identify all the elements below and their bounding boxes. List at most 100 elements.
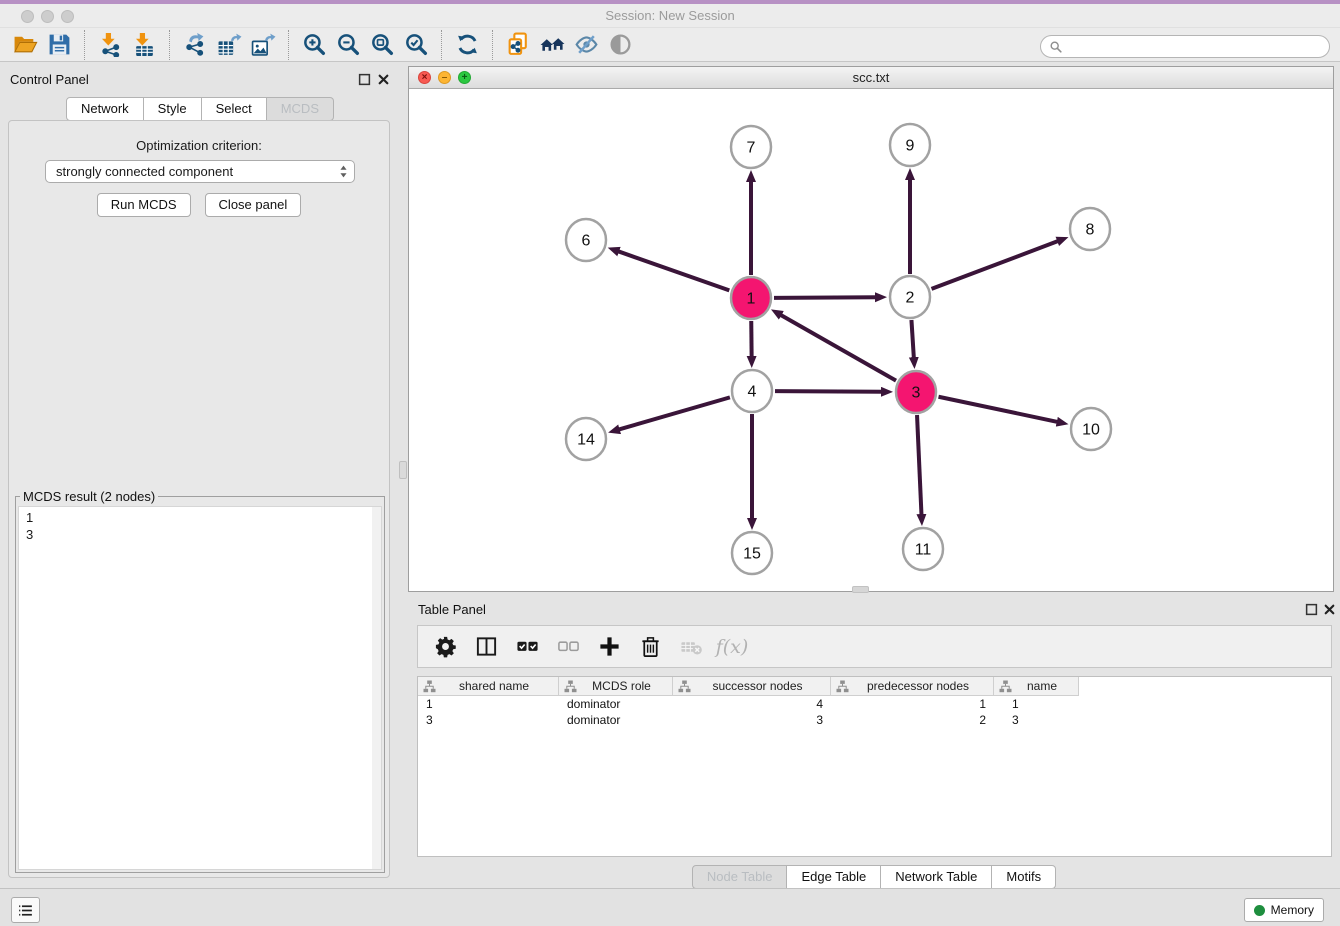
result-scrollbar[interactable] xyxy=(372,507,381,869)
edge-4-3[interactable] xyxy=(775,391,883,392)
show-graphics-details-icon[interactable] xyxy=(603,31,637,59)
show-panes-icon[interactable] xyxy=(473,634,499,660)
mcds-result-box: MCDS result (2 nodes) 13 xyxy=(15,489,385,873)
search-input[interactable] xyxy=(1068,40,1321,54)
edge-2-8[interactable] xyxy=(932,241,1060,289)
settings-icon[interactable] xyxy=(432,634,458,660)
graph-node-11[interactable]: 11 xyxy=(903,528,943,570)
add-row-icon[interactable] xyxy=(596,634,622,660)
column-header-name[interactable]: name xyxy=(994,677,1079,696)
table-cell: 2 xyxy=(831,712,994,728)
svg-text:7: 7 xyxy=(747,140,756,157)
graph-node-4[interactable]: 4 xyxy=(732,370,772,412)
export-table-icon[interactable] xyxy=(212,31,246,59)
zoom-out-icon[interactable] xyxy=(331,31,365,59)
memory-button[interactable]: Memory xyxy=(1244,898,1324,922)
open-file-icon[interactable] xyxy=(8,31,42,59)
edge-4-14[interactable] xyxy=(618,397,730,429)
close-panel-button[interactable]: Close panel xyxy=(205,193,302,217)
edge-3-11[interactable] xyxy=(917,415,922,516)
refresh-layout-icon[interactable] xyxy=(450,31,484,59)
table-row[interactable]: 3dominator323 xyxy=(418,712,1331,728)
svg-text:4: 4 xyxy=(748,384,757,401)
function-builder-icon: f(x) xyxy=(719,634,745,660)
edge-3-10[interactable] xyxy=(939,397,1059,422)
node-table: shared nameMCDS rolesuccessor nodesprede… xyxy=(417,676,1332,857)
edge-2-3[interactable] xyxy=(911,320,913,359)
save-session-icon[interactable] xyxy=(42,31,76,59)
edge-1-6[interactable] xyxy=(617,251,729,290)
network-overview-icon[interactable] xyxy=(535,31,569,59)
table-panel: Table Panel f(x) shared nameMCDS rolesuc… xyxy=(408,596,1340,888)
graph-node-8[interactable]: 8 xyxy=(1070,208,1110,250)
table-tabs: Node TableEdge TableNetwork TableMotifs xyxy=(408,865,1340,889)
float-panel-icon[interactable] xyxy=(358,73,371,86)
tab-style[interactable]: Style xyxy=(144,97,202,121)
result-line: 1 xyxy=(26,509,379,526)
column-header-MCDS-role[interactable]: MCDS role xyxy=(559,677,673,696)
column-header-predecessor-nodes[interactable]: predecessor nodes xyxy=(831,677,994,696)
toolbar-group xyxy=(84,30,169,60)
close-panel-icon[interactable] xyxy=(377,73,390,86)
canvas-splitter-handle[interactable] xyxy=(852,586,869,593)
select-stepper-icon xyxy=(339,164,348,179)
hide-graphics-details-icon[interactable] xyxy=(569,31,603,59)
task-history-button[interactable] xyxy=(11,897,40,923)
network-canvas[interactable]: 7 9 6 8 1 2 4 3 14 10 15 11 xyxy=(409,89,1333,591)
table-cell: 3 xyxy=(994,712,1079,728)
svg-text:10: 10 xyxy=(1082,422,1100,439)
mcds-result-title: MCDS result (2 nodes) xyxy=(20,489,158,504)
svg-text:14: 14 xyxy=(577,432,595,449)
import-table-icon[interactable] xyxy=(127,31,161,59)
close-table-panel-icon[interactable] xyxy=(1323,603,1336,616)
zoom-selected-icon[interactable] xyxy=(399,31,433,59)
table-cell: dominator xyxy=(559,712,673,728)
table-cell: 3 xyxy=(418,712,559,728)
run-mcds-button[interactable]: Run MCDS xyxy=(97,193,191,217)
graph-node-10[interactable]: 10 xyxy=(1071,408,1111,450)
tab-motifs[interactable]: Motifs xyxy=(992,865,1056,889)
column-header-successor-nodes[interactable]: successor nodes xyxy=(673,677,831,696)
graph-node-14[interactable]: 14 xyxy=(566,418,606,460)
tab-network[interactable]: Network xyxy=(66,97,144,121)
control-panel-title: Control Panel xyxy=(10,72,89,87)
search-field[interactable] xyxy=(1040,35,1330,58)
graph-node-3[interactable]: 3 xyxy=(896,371,936,413)
zoom-fit-icon[interactable] xyxy=(365,31,399,59)
export-image-icon[interactable] xyxy=(246,31,280,59)
table-cell: dominator xyxy=(559,696,673,712)
edge-1-2[interactable] xyxy=(774,297,877,298)
tab-edge-table[interactable]: Edge Table xyxy=(787,865,881,889)
panel-splitter-handle[interactable] xyxy=(399,461,407,479)
export-network-icon[interactable] xyxy=(178,31,212,59)
deselect-all-icon[interactable] xyxy=(555,634,581,660)
graph-node-15[interactable]: 15 xyxy=(732,532,772,574)
tab-network-table[interactable]: Network Table xyxy=(881,865,992,889)
toolbar-group xyxy=(0,30,84,60)
duplicate-network-icon[interactable] xyxy=(501,31,535,59)
network-window-titlebar: × – + scc.txt xyxy=(409,67,1333,89)
toolbar-group xyxy=(169,30,288,60)
import-network-icon[interactable] xyxy=(93,31,127,59)
graph-node-7[interactable]: 7 xyxy=(731,126,771,168)
float-table-panel-icon[interactable] xyxy=(1305,603,1318,616)
edge-3-1[interactable] xyxy=(780,314,896,380)
zoom-in-icon[interactable] xyxy=(297,31,331,59)
delete-row-icon[interactable] xyxy=(637,634,663,660)
status-bar: Memory xyxy=(0,888,1340,926)
svg-text:8: 8 xyxy=(1086,222,1095,239)
graph-node-2[interactable]: 2 xyxy=(890,276,930,318)
tab-mcds[interactable]: MCDS xyxy=(267,97,334,121)
tab-node-table[interactable]: Node Table xyxy=(692,865,788,889)
memory-label: Memory xyxy=(1271,903,1314,917)
table-row[interactable]: 1dominator411 xyxy=(418,696,1331,712)
table-cell: 1 xyxy=(418,696,559,712)
criterion-select[interactable]: strongly connected component xyxy=(45,160,355,183)
column-header-shared-name[interactable]: shared name xyxy=(418,677,559,696)
graph-node-6[interactable]: 6 xyxy=(566,219,606,261)
graph-node-9[interactable]: 9 xyxy=(890,124,930,166)
select-all-icon[interactable] xyxy=(514,634,540,660)
graph-node-1[interactable]: 1 xyxy=(731,277,771,319)
network-graph: 7 9 6 8 1 2 4 3 14 10 15 11 xyxy=(409,89,1333,591)
tab-select[interactable]: Select xyxy=(202,97,267,121)
